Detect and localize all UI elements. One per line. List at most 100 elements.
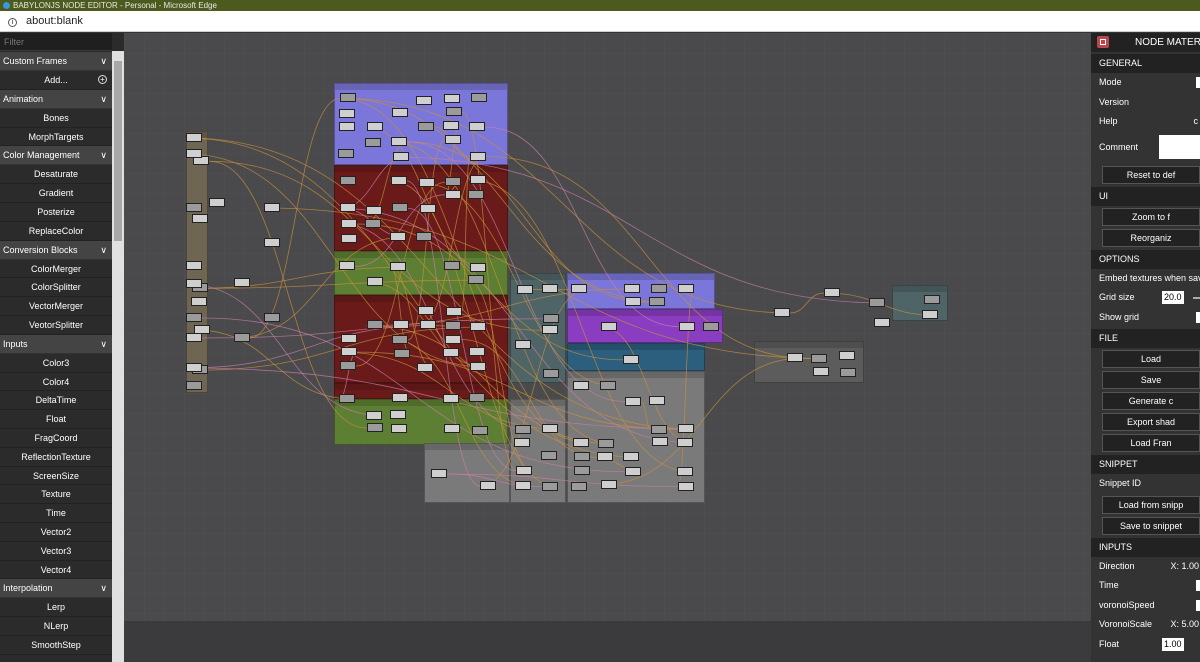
show-grid-checkbox[interactable] xyxy=(1196,311,1200,323)
graph-node[interactable] xyxy=(338,109,355,119)
graph-node[interactable] xyxy=(186,133,202,142)
graph-node[interactable] xyxy=(338,261,355,271)
graph-node[interactable] xyxy=(391,424,408,434)
help-value[interactable]: c xyxy=(1194,112,1199,131)
graph-node[interactable] xyxy=(338,394,355,404)
palette-category[interactable]: Conversion Blocks ∨ xyxy=(0,240,112,260)
graph-node[interactable] xyxy=(445,177,462,187)
graph-node[interactable] xyxy=(417,306,434,316)
address-bar[interactable]: i about:blank xyxy=(0,11,1200,32)
graph-node[interactable] xyxy=(443,121,460,131)
graph-node[interactable] xyxy=(652,437,669,447)
graph-node[interactable] xyxy=(416,363,433,373)
palette-item[interactable]: ColorSplitter xyxy=(0,278,112,298)
graph-node[interactable] xyxy=(191,296,208,306)
float-input[interactable]: 1.00 xyxy=(1162,637,1184,651)
graph-node[interactable] xyxy=(813,366,830,376)
graph-node[interactable] xyxy=(572,437,589,447)
graph-node[interactable] xyxy=(703,321,720,331)
palette-item[interactable]: ColorMerger xyxy=(0,259,112,279)
graph-node[interactable] xyxy=(469,151,486,161)
graph-node[interactable] xyxy=(516,465,533,475)
graph-node[interactable] xyxy=(444,321,461,331)
graph-node[interactable] xyxy=(514,425,531,435)
graph-node[interactable] xyxy=(676,467,693,477)
graph-node[interactable] xyxy=(468,275,485,285)
graph-node[interactable] xyxy=(390,410,407,420)
graph-node[interactable] xyxy=(416,95,433,105)
graph-node[interactable] xyxy=(186,203,202,212)
palette-item[interactable]: Vector4 xyxy=(0,560,112,580)
graph-node[interactable] xyxy=(625,396,642,406)
palette-category[interactable]: Color Management ∨ xyxy=(0,146,112,166)
graph-node[interactable] xyxy=(264,238,280,247)
scrollbar-thumb[interactable] xyxy=(114,61,122,241)
graph-node[interactable] xyxy=(543,368,560,378)
graph-node[interactable] xyxy=(338,149,355,159)
graph-node[interactable] xyxy=(364,137,381,147)
graph-node[interactable] xyxy=(416,232,433,242)
palette-category[interactable]: Custom Frames ∨ xyxy=(0,52,112,71)
comment-field[interactable] xyxy=(1159,134,1200,159)
graph-node[interactable] xyxy=(341,334,358,344)
graph-node[interactable] xyxy=(516,284,533,294)
graph-node[interactable] xyxy=(366,121,383,131)
palette-category[interactable]: Inputs ∨ xyxy=(0,334,112,354)
load-frame-button[interactable]: Load Fran xyxy=(1102,434,1200,452)
palette-item[interactable]: Vector3 xyxy=(0,541,112,561)
voronoi-speed-input[interactable] xyxy=(1196,599,1200,611)
graph-node[interactable] xyxy=(649,396,666,406)
graph-node[interactable] xyxy=(677,424,694,434)
graph-node[interactable] xyxy=(339,203,356,213)
graph-node[interactable] xyxy=(624,297,641,306)
graph-canvas[interactable] xyxy=(124,33,1091,662)
graph-node[interactable] xyxy=(677,284,694,294)
graph-node[interactable] xyxy=(598,438,615,448)
graph-node[interactable] xyxy=(367,423,384,433)
graph-node[interactable] xyxy=(676,437,693,447)
chevron-down-icon[interactable]: ∨ xyxy=(100,90,107,109)
graph-node[interactable] xyxy=(573,451,590,461)
graph-node[interactable] xyxy=(366,276,383,286)
save-button[interactable]: Save xyxy=(1102,371,1200,389)
direction-value[interactable]: X: 1.00 xyxy=(1170,557,1199,576)
graph-node[interactable] xyxy=(514,481,531,491)
palette-item[interactable]: MorphTargets xyxy=(0,127,112,147)
section-general[interactable]: GENERAL xyxy=(1091,54,1200,73)
filter-input[interactable]: Filter xyxy=(0,33,112,51)
graph-node[interactable] xyxy=(444,189,461,199)
generate-code-button[interactable]: Generate c xyxy=(1102,392,1200,410)
graph-node[interactable] xyxy=(393,348,410,358)
graph-node[interactable] xyxy=(340,93,357,103)
graph-node[interactable] xyxy=(392,151,409,161)
graph-node[interactable] xyxy=(234,333,250,342)
palette-item[interactable]: Lerp xyxy=(0,598,112,618)
load-button[interactable]: Load xyxy=(1102,350,1200,368)
graph-node[interactable] xyxy=(649,297,666,307)
graph-node[interactable] xyxy=(811,353,828,363)
graph-node[interactable] xyxy=(541,481,558,491)
graph-node[interactable] xyxy=(514,438,531,448)
mode-select[interactable] xyxy=(1196,77,1200,88)
graph-node[interactable] xyxy=(571,481,588,491)
graph-node[interactable] xyxy=(677,481,694,491)
palette-item[interactable]: ReplaceColor xyxy=(0,221,112,241)
graph-node[interactable] xyxy=(600,321,617,331)
graph-node[interactable] xyxy=(186,363,202,372)
graph-node[interactable] xyxy=(186,333,202,342)
graph-node[interactable] xyxy=(542,424,559,434)
palette-item[interactable]: VectorMerger xyxy=(0,297,112,316)
palette-scrollbar[interactable] xyxy=(112,51,124,662)
palette-item[interactable]: NLerp xyxy=(0,617,112,636)
graph-node[interactable] xyxy=(445,107,462,117)
add-frame-icon[interactable]: + xyxy=(98,75,107,84)
graph-node[interactable] xyxy=(443,423,460,433)
graph-node[interactable] xyxy=(924,295,941,305)
embed-textures-row[interactable]: Embed textures when savi xyxy=(1091,269,1200,289)
graph-node[interactable] xyxy=(470,362,487,372)
load-from-snippet-button[interactable]: Load from snipp xyxy=(1102,495,1200,514)
graph-node[interactable] xyxy=(623,452,640,462)
graph-node[interactable] xyxy=(264,313,280,322)
palette-category[interactable]: Animation ∨ xyxy=(0,89,112,109)
save-to-snippet-button[interactable]: Save to snippet xyxy=(1102,516,1200,535)
